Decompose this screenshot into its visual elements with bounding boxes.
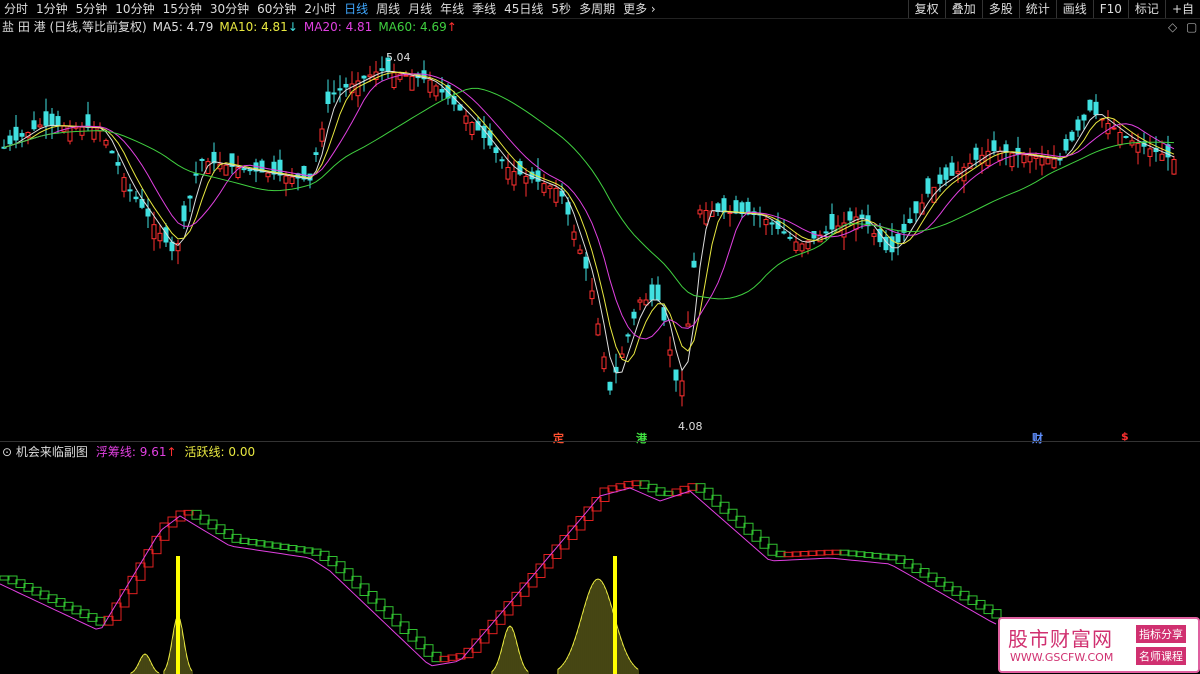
signal-bar	[613, 556, 617, 674]
watermark-tag-course: 名师课程	[1136, 647, 1186, 665]
watermark-tag-share: 指标分享	[1136, 625, 1186, 643]
watermark-url: WWW.GSCFW.COM	[1010, 651, 1114, 664]
signal-bar	[176, 556, 180, 674]
watermark-title: 股市财富网	[1008, 627, 1113, 651]
float-line	[0, 487, 997, 667]
indicator-chart[interactable]	[0, 0, 1200, 674]
watermark-badge: 股市财富网 WWW.GSCFW.COM 指标分享 名师课程	[998, 617, 1200, 673]
